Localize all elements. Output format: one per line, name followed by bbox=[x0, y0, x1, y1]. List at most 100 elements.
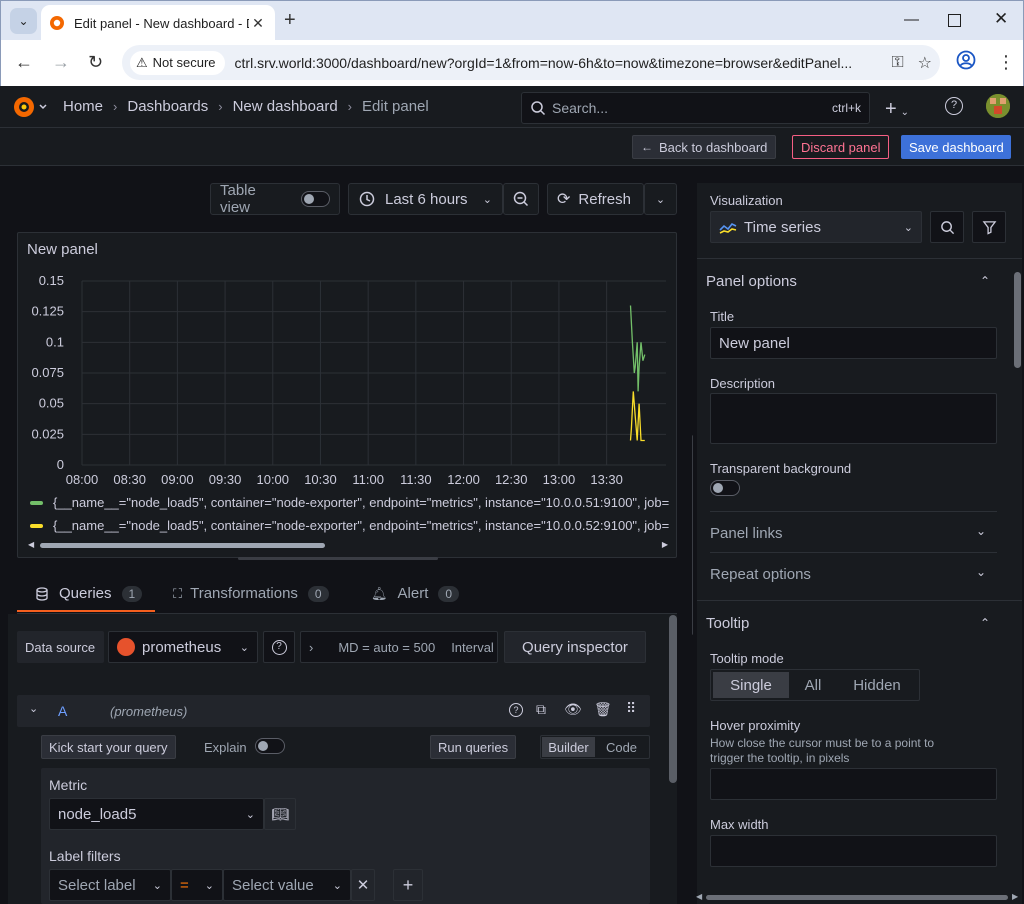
scroll-right-icon[interactable]: ▶ bbox=[1012, 892, 1018, 901]
tab-alert[interactable]: 🔔︎ Alert 0 bbox=[371, 585, 460, 602]
close-window-icon[interactable]: ✕ bbox=[994, 9, 1008, 29]
collapse-chevron-icon[interactable]: ⌄ bbox=[29, 702, 38, 715]
data-source-picker[interactable]: prometheus ⌄ bbox=[108, 631, 258, 663]
reload-icon[interactable]: ↻ bbox=[88, 52, 103, 73]
panel-options-header[interactable]: Panel options bbox=[706, 273, 797, 290]
select-value-dropdown[interactable]: Select value ⌄ bbox=[223, 869, 351, 901]
time-range-picker[interactable]: Last 6 hours ⌄ bbox=[348, 183, 503, 215]
operator-dropdown[interactable]: = ⌄ bbox=[171, 869, 223, 901]
back-arrow-icon[interactable]: ← bbox=[15, 52, 33, 73]
options-hscrollbar[interactable] bbox=[706, 895, 1008, 900]
breadcrumb-home[interactable]: Home bbox=[63, 98, 103, 115]
plus-icon: + bbox=[402, 874, 414, 895]
repeat-options-header[interactable]: Repeat options bbox=[710, 566, 811, 583]
panel-links-header[interactable]: Panel links bbox=[710, 525, 783, 542]
bookmark-star-icon[interactable]: ☆ bbox=[918, 53, 932, 73]
chevron-up-icon[interactable]: ⌃ bbox=[980, 274, 990, 288]
tab-queries[interactable]: Queries 1 bbox=[35, 585, 143, 602]
trash-icon[interactable]: 🗑︎ bbox=[594, 701, 612, 718]
time-range-label: Last 6 hours bbox=[385, 190, 468, 208]
drag-handle-icon[interactable]: ⠿ bbox=[626, 700, 636, 717]
tooltip-header[interactable]: Tooltip bbox=[706, 615, 749, 632]
kick-start-button[interactable]: Kick start your query bbox=[41, 735, 176, 759]
scroll-right-icon[interactable]: ▶ bbox=[662, 540, 668, 549]
title-input[interactable]: New panel bbox=[710, 327, 997, 359]
tab-transformations[interactable]: ⛶ Transformations 0 bbox=[173, 585, 329, 602]
splitter-handle[interactable] bbox=[238, 557, 438, 560]
select-label-dropdown[interactable]: Select label ⌄ bbox=[49, 869, 171, 901]
breadcrumb-new-dashboard[interactable]: New dashboard bbox=[233, 98, 338, 115]
grafana-logo-icon[interactable] bbox=[12, 95, 48, 122]
visualization-picker[interactable]: Time series ⌄ bbox=[710, 211, 922, 243]
tab-search-button[interactable]: ⌄ bbox=[10, 8, 37, 34]
max-width-input[interactable] bbox=[710, 835, 997, 867]
save-dashboard-button[interactable]: Save dashboard bbox=[901, 135, 1011, 159]
browser-tab[interactable]: Edit panel - New dashboard - D ✕ bbox=[41, 5, 275, 41]
breadcrumb-edit-panel: Edit panel bbox=[362, 98, 429, 115]
scroll-left-icon[interactable]: ◀ bbox=[696, 892, 702, 901]
search-options-button[interactable] bbox=[930, 211, 964, 243]
security-chip[interactable]: ⚠ Not secure bbox=[130, 50, 225, 75]
description-textarea[interactable] bbox=[710, 393, 997, 444]
minimize-icon[interactable]: — bbox=[904, 11, 919, 28]
scroll-left-icon[interactable]: ◀ bbox=[28, 540, 34, 549]
legend-item[interactable]: {__name__="node_load5", container="node-… bbox=[30, 495, 670, 510]
options-scrollbar[interactable] bbox=[1014, 272, 1021, 368]
address-bar[interactable]: ⚠ Not secure ctrl.srv.world:3000/dashboar… bbox=[122, 45, 940, 80]
code-mode-button[interactable]: Code bbox=[595, 737, 648, 757]
close-tab-icon[interactable]: ✕ bbox=[249, 15, 267, 32]
zoom-out-button[interactable] bbox=[503, 183, 539, 215]
run-queries-button[interactable]: Run queries bbox=[430, 735, 517, 759]
table-view-toggle[interactable]: Table view bbox=[210, 182, 340, 216]
query-row-header[interactable]: ⌄ A (prometheus) ? ⧉ 👁︎ 🗑︎ ⠿ bbox=[17, 695, 650, 727]
transparent-bg-toggle[interactable] bbox=[710, 480, 740, 496]
chevron-down-icon[interactable]: ⌄ bbox=[976, 524, 986, 538]
help-icon[interactable]: ? bbox=[945, 97, 963, 115]
search-input[interactable]: Search... ctrl+k bbox=[521, 92, 870, 124]
browser-nav-bar: ← → ↻ ⚠ Not secure ctrl.srv.world:3000/da… bbox=[0, 40, 1024, 86]
chevron-right-icon: › bbox=[309, 639, 314, 655]
title-field-label: Title bbox=[710, 309, 735, 324]
remove-filter-button[interactable]: ✕ bbox=[351, 869, 375, 901]
add-filter-button[interactable]: + bbox=[393, 869, 423, 901]
chevron-up-icon[interactable]: ⌃ bbox=[980, 616, 990, 630]
eye-icon[interactable]: 👁︎ bbox=[564, 701, 582, 718]
explain-toggle[interactable] bbox=[255, 738, 285, 754]
tooltip-mode-hidden[interactable]: Hidden bbox=[837, 672, 917, 698]
avatar[interactable] bbox=[986, 94, 1010, 118]
discard-panel-button[interactable]: Discard panel bbox=[792, 135, 889, 159]
legend-item[interactable]: {__name__="node_load5", container="node-… bbox=[30, 518, 670, 533]
query-ref-id[interactable]: A bbox=[58, 703, 67, 719]
data-source-help-button[interactable]: ? bbox=[263, 631, 295, 663]
profile-icon[interactable] bbox=[956, 50, 976, 75]
browser-menu-icon[interactable]: ⋮ bbox=[997, 52, 1015, 73]
query-scrollbar[interactable] bbox=[669, 615, 677, 783]
new-tab-icon[interactable]: + bbox=[284, 9, 296, 32]
breadcrumb-dashboards[interactable]: Dashboards bbox=[127, 98, 208, 115]
query-inspector-button[interactable]: Query inspector bbox=[504, 631, 646, 663]
legend-scrollbar[interactable]: ◀ ▶ bbox=[28, 540, 668, 550]
builder-mode-button[interactable]: Builder bbox=[542, 737, 595, 757]
tooltip-mode-all[interactable]: All bbox=[789, 672, 837, 698]
hover-proximity-input[interactable] bbox=[710, 768, 997, 800]
y-tick-label: 0.05 bbox=[39, 396, 64, 411]
add-menu-button[interactable]: + ⌄ bbox=[885, 98, 909, 121]
metrics-explorer-button[interactable]: 📖︎ bbox=[264, 798, 296, 830]
chevron-down-icon[interactable]: ⌄ bbox=[976, 565, 986, 579]
scroll-thumb[interactable] bbox=[40, 543, 325, 548]
key-icon[interactable]: ⚿ bbox=[891, 54, 903, 72]
explain-label: Explain bbox=[204, 740, 247, 755]
filter-options-button[interactable] bbox=[972, 211, 1006, 243]
refresh-interval-dropdown[interactable]: ⌄ bbox=[644, 183, 677, 215]
metric-select[interactable]: node_load5 ⌄ bbox=[49, 798, 264, 830]
refresh-button[interactable]: ⟳ Refresh bbox=[547, 183, 644, 215]
query-options-button[interactable]: › MD = auto = 500 Interval bbox=[300, 631, 498, 663]
table-view-switch[interactable] bbox=[300, 191, 330, 207]
help-icon[interactable]: ? bbox=[509, 703, 523, 717]
data-source-name: prometheus bbox=[142, 638, 222, 656]
forward-arrow-icon[interactable]: → bbox=[52, 52, 70, 73]
duplicate-icon[interactable]: ⧉ bbox=[536, 701, 546, 718]
tooltip-mode-single[interactable]: Single bbox=[713, 672, 789, 698]
back-to-dashboard-button[interactable]: ← Back to dashboard bbox=[632, 135, 776, 159]
maximize-icon[interactable] bbox=[948, 14, 961, 27]
